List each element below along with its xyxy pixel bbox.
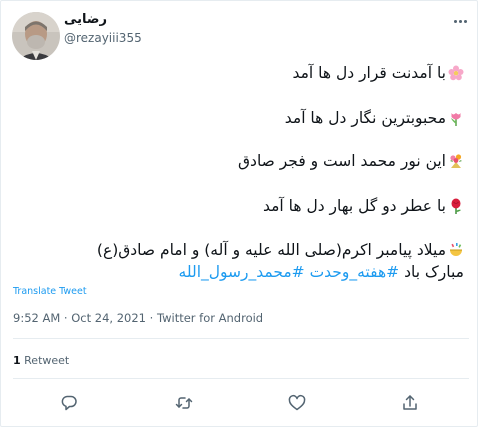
meta-separator: · — [146, 311, 157, 325]
tweet-line-2: محبوبترین نگار دل ها آمد — [285, 108, 464, 128]
rose-icon — [451, 198, 461, 214]
tweet-line-3: این نور محمد است و فجر صادق — [238, 151, 464, 171]
tweet-line-1: با آمدنت قرار دل ها آمد — [292, 63, 464, 83]
tweet-metadata: 9:52 AM · Oct 24, 2021 · Twitter for And… — [13, 311, 263, 325]
share-icon[interactable] — [399, 392, 421, 414]
reply-icon[interactable] — [58, 392, 80, 414]
tweet-line-5-text: میلاد پیامبر اکرم(صلی الله علیه و آله) و… — [96, 241, 446, 259]
cherry-blossom-icon — [448, 65, 464, 81]
tweet-card: رضایی @rezayiii355 با آمدنت قرار دل ها آ… — [0, 0, 478, 427]
translate-tweet-link[interactable]: Translate Tweet — [13, 286, 87, 297]
tweet-time[interactable]: 9:52 AM — [13, 311, 60, 325]
retweet-icon[interactable] — [173, 392, 195, 414]
hashtag-link-2[interactable]: #محمد_رسول_الله — [179, 263, 305, 281]
user-handle[interactable]: @rezayiii355 — [64, 31, 142, 45]
divider — [13, 338, 469, 339]
hashtag-link-1[interactable]: #هفته_وحدت — [310, 263, 400, 281]
retweet-stat[interactable]: 1 Retweet — [13, 354, 69, 367]
tweet-line-6-text: مبارک باد — [404, 263, 464, 281]
tweet-line-4: با عطر دو گل بهار دل ها آمد — [263, 196, 464, 216]
tweet-line-2-text: محبوبترین نگار دل ها آمد — [284, 109, 446, 127]
divider — [13, 378, 469, 379]
confetti-ball-icon — [450, 243, 462, 256]
more-options-icon[interactable] — [449, 15, 471, 27]
user-display-name[interactable]: رضایی — [64, 12, 107, 27]
tulip-icon — [451, 113, 461, 126]
tweet-source-app[interactable]: Twitter for Android — [157, 311, 263, 325]
bouquet-icon — [450, 154, 462, 168]
tweet-line-5: میلاد پیامبر اکرم(صلی الله علیه و آله) و… — [97, 240, 464, 260]
meta-separator: · — [60, 311, 72, 325]
avatar-photo — [12, 12, 60, 60]
avatar[interactable] — [12, 12, 60, 60]
tweet-date[interactable]: Oct 24, 2021 — [71, 311, 146, 325]
like-icon[interactable] — [286, 392, 308, 414]
tweet-line-6: مبارک باد #هفته_وحدت #محمد_رسول_الله — [179, 262, 464, 282]
retweet-stat-label: Retweet — [20, 354, 70, 367]
tweet-line-3-text: این نور محمد است و فجر صادق — [238, 152, 446, 170]
retweet-count: 1 — [13, 354, 21, 367]
tweet-line-4-text: با عطر دو گل بهار دل ها آمد — [262, 197, 446, 215]
tweet-line-1-text: با آمدنت قرار دل ها آمد — [292, 64, 446, 82]
